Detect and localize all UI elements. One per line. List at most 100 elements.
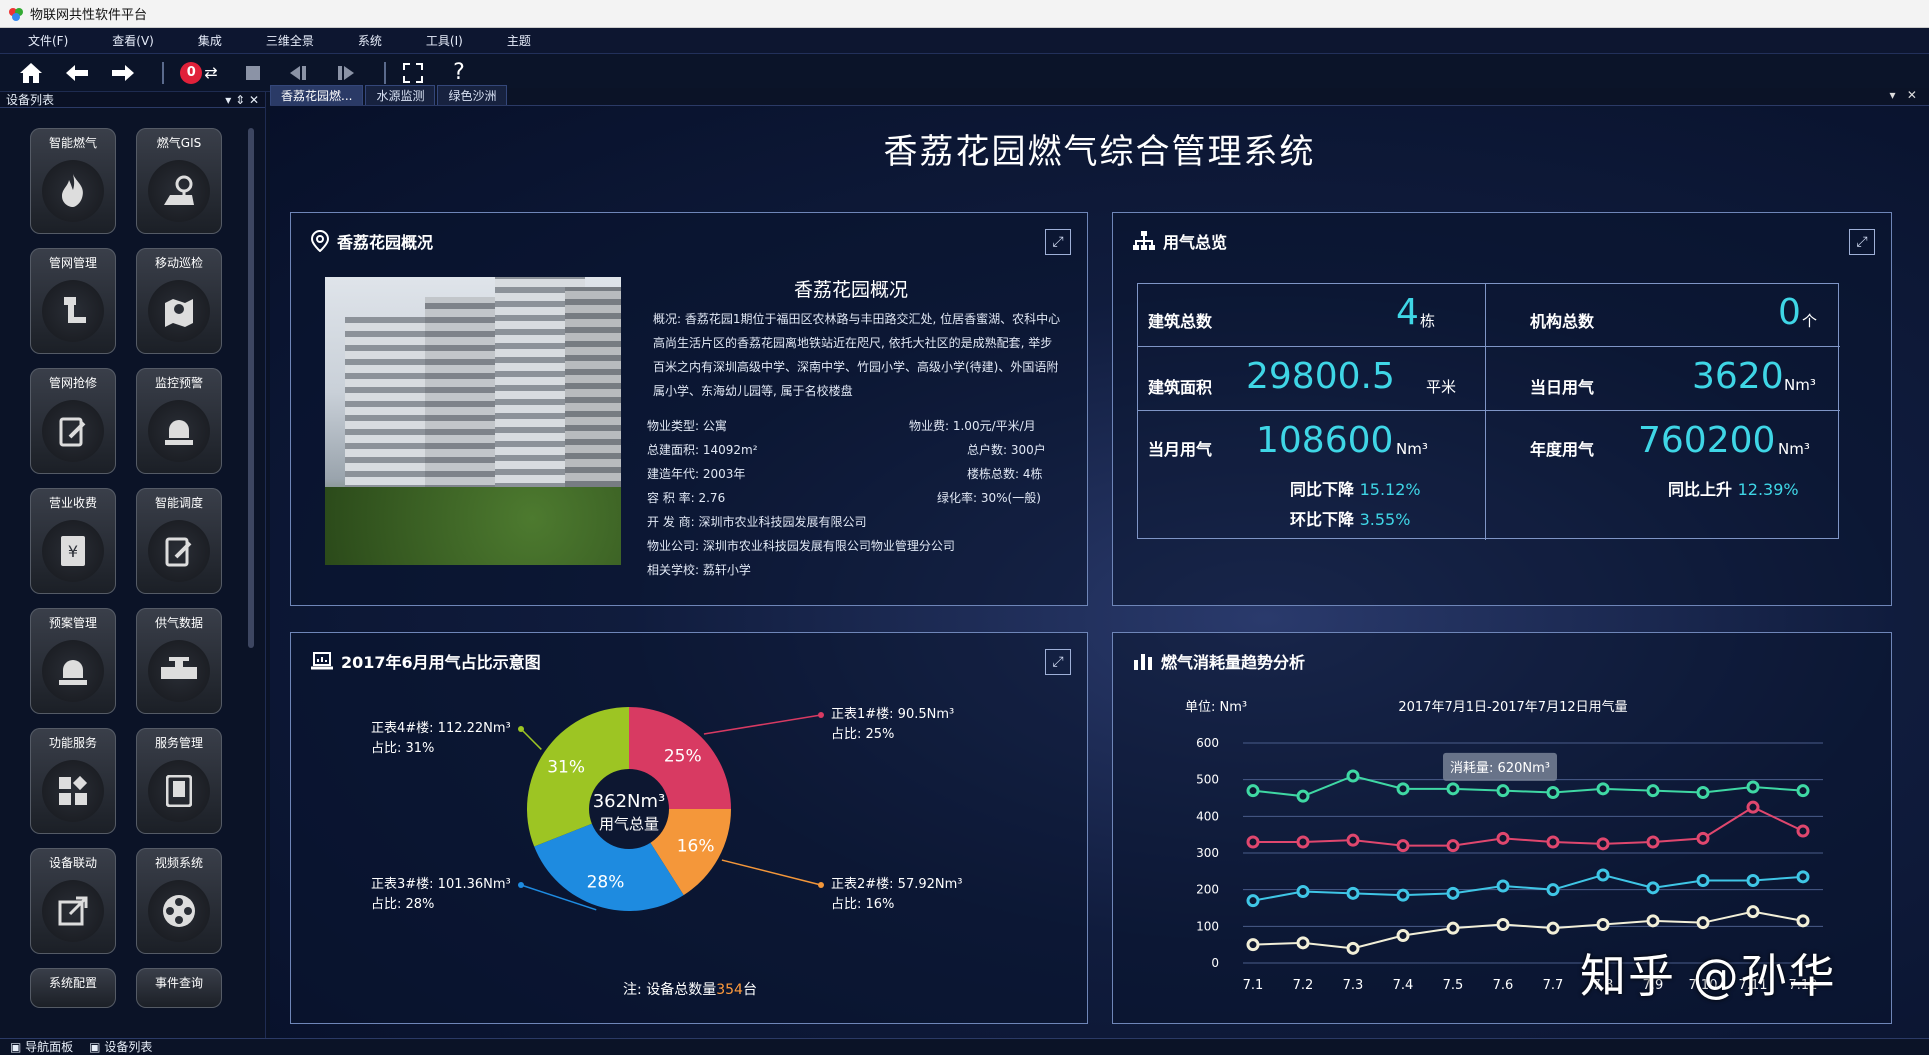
menu-3d-panorama[interactable]: 三维全景: [266, 32, 314, 49]
menu-theme[interactable]: 主题: [507, 32, 531, 49]
bottom-tab-device-list[interactable]: ▣ 设备列表: [89, 1038, 152, 1055]
data-point[interactable]: [1296, 885, 1310, 898]
data-point[interactable]: [1446, 782, 1460, 796]
module-service-management[interactable]: 服务管理: [136, 728, 222, 834]
module-monitor-warning[interactable]: 监控预警: [136, 368, 222, 474]
location-pin-icon: [311, 230, 329, 252]
data-point[interactable]: [1546, 835, 1560, 849]
module-device-linkage[interactable]: 设备联动: [30, 848, 116, 954]
module-pipe-repair[interactable]: 管网抢修: [30, 368, 116, 474]
data-point[interactable]: [1646, 835, 1660, 849]
data-point[interactable]: [1446, 921, 1460, 935]
data-point[interactable]: [1646, 881, 1660, 895]
data-point[interactable]: [1796, 824, 1810, 838]
module-mobile-inspection[interactable]: 移动巡检: [136, 248, 222, 354]
data-point[interactable]: [1596, 782, 1610, 796]
module-gas-gis[interactable]: 燃气GIS: [136, 128, 222, 234]
page-title: 香荔花园燃气综合管理系统: [883, 132, 1316, 172]
data-point[interactable]: [1796, 870, 1810, 884]
data-point[interactable]: [1346, 833, 1360, 847]
menu-tools[interactable]: 工具(I): [426, 32, 463, 49]
panel-title: 用气总览: [1163, 233, 1228, 252]
bottom-tab-nav-panel[interactable]: ▣ 导航面板: [10, 1038, 73, 1055]
sidebar-scrollbar[interactable]: [246, 118, 256, 1018]
module-pipe-management[interactable]: 管网管理: [30, 248, 116, 354]
tab-water-monitor[interactable]: 水源监测: [365, 85, 436, 105]
module-supply-data[interactable]: 供气数据: [136, 608, 222, 714]
data-point[interactable]: [1496, 784, 1510, 798]
tab-xiangli-garden[interactable]: 香荔花园燃...: [270, 85, 364, 105]
data-point[interactable]: [1346, 941, 1360, 955]
pie-slice-label: 正表4#楼: 112.22Nm³ 占比: 31%: [371, 719, 511, 759]
data-point[interactable]: [1396, 782, 1410, 796]
data-point[interactable]: [1346, 769, 1360, 783]
svg-text:¥: ¥: [68, 542, 78, 561]
data-point[interactable]: [1696, 786, 1710, 799]
expand-icon[interactable]: ⤢: [1045, 229, 1071, 255]
data-point[interactable]: [1246, 894, 1260, 908]
data-point[interactable]: [1746, 780, 1760, 794]
data-point[interactable]: [1546, 786, 1560, 799]
data-point[interactable]: [1796, 914, 1810, 928]
data-point[interactable]: [1246, 784, 1260, 798]
orgs-label: 机构总数: [1530, 312, 1595, 331]
data-point[interactable]: [1396, 929, 1410, 942]
module-smart-dispatch[interactable]: 智能调度: [136, 488, 222, 594]
help-icon[interactable]: ?: [442, 58, 476, 88]
data-point[interactable]: [1596, 837, 1610, 851]
module-video-system[interactable]: 视频系统: [136, 848, 222, 954]
data-point[interactable]: [1246, 835, 1260, 849]
data-point[interactable]: [1396, 888, 1410, 902]
data-point[interactable]: [1646, 784, 1660, 798]
menu-file[interactable]: 文件(F): [28, 32, 68, 49]
pie-center-value: 362Nm³: [593, 791, 666, 812]
data-point[interactable]: [1446, 839, 1460, 853]
scrollbar-thumb[interactable]: [248, 128, 254, 648]
data-point[interactable]: [1796, 784, 1810, 798]
fullscreen-icon[interactable]: [396, 58, 430, 88]
module-system-config[interactable]: 系统配置: [30, 968, 116, 1008]
data-point[interactable]: [1746, 874, 1760, 887]
data-point[interactable]: [1496, 831, 1510, 845]
back-arrow-icon[interactable]: [60, 58, 94, 88]
data-point[interactable]: [1446, 886, 1460, 900]
module-billing[interactable]: 营业收费 ¥: [30, 488, 116, 594]
yearly-usage-unit: Nm³: [1778, 440, 1810, 458]
data-point[interactable]: [1296, 936, 1310, 950]
data-point[interactable]: [1696, 916, 1710, 930]
module-event-query[interactable]: 事件查询: [136, 968, 222, 1008]
tab-controls[interactable]: ▾ ✕: [1889, 88, 1917, 102]
stop-icon[interactable]: [236, 58, 270, 88]
data-point[interactable]: [1296, 789, 1310, 803]
data-point[interactable]: [1346, 886, 1360, 900]
data-point[interactable]: [1496, 918, 1510, 931]
module-function-service[interactable]: 功能服务: [30, 728, 116, 834]
data-point[interactable]: [1746, 800, 1760, 814]
menu-integration[interactable]: 集成: [198, 32, 222, 49]
tab-green-sandbar[interactable]: 绿色沙洲: [437, 85, 508, 105]
step-forward-icon[interactable]: [328, 58, 362, 88]
data-point[interactable]: [1596, 918, 1610, 931]
home-icon[interactable]: [14, 58, 48, 88]
module-plan-management[interactable]: 预案管理: [30, 608, 116, 714]
data-point[interactable]: [1396, 839, 1410, 853]
menu-view[interactable]: 查看(V): [112, 32, 154, 49]
data-point[interactable]: [1746, 905, 1760, 919]
y-axis-unit: 单位: Nm³: [1185, 700, 1247, 715]
expand-icon[interactable]: ⤢: [1849, 229, 1875, 255]
data-point[interactable]: [1596, 868, 1610, 882]
data-point[interactable]: [1696, 831, 1710, 845]
step-back-icon[interactable]: [282, 58, 316, 88]
menu-system[interactable]: 系统: [358, 32, 382, 49]
data-point[interactable]: [1246, 938, 1260, 952]
data-point[interactable]: [1496, 879, 1510, 893]
alarm-count-button[interactable]: 0 ⇄: [174, 58, 224, 88]
data-point[interactable]: [1546, 883, 1560, 897]
data-point[interactable]: [1696, 874, 1710, 887]
data-point[interactable]: [1296, 835, 1310, 849]
module-smart-gas[interactable]: 智能燃气: [30, 128, 116, 234]
forward-arrow-icon[interactable]: [106, 58, 140, 88]
sidebar-controls[interactable]: ▾ ⇕ ✕: [225, 93, 259, 107]
data-point[interactable]: [1646, 914, 1660, 928]
data-point[interactable]: [1546, 921, 1560, 935]
